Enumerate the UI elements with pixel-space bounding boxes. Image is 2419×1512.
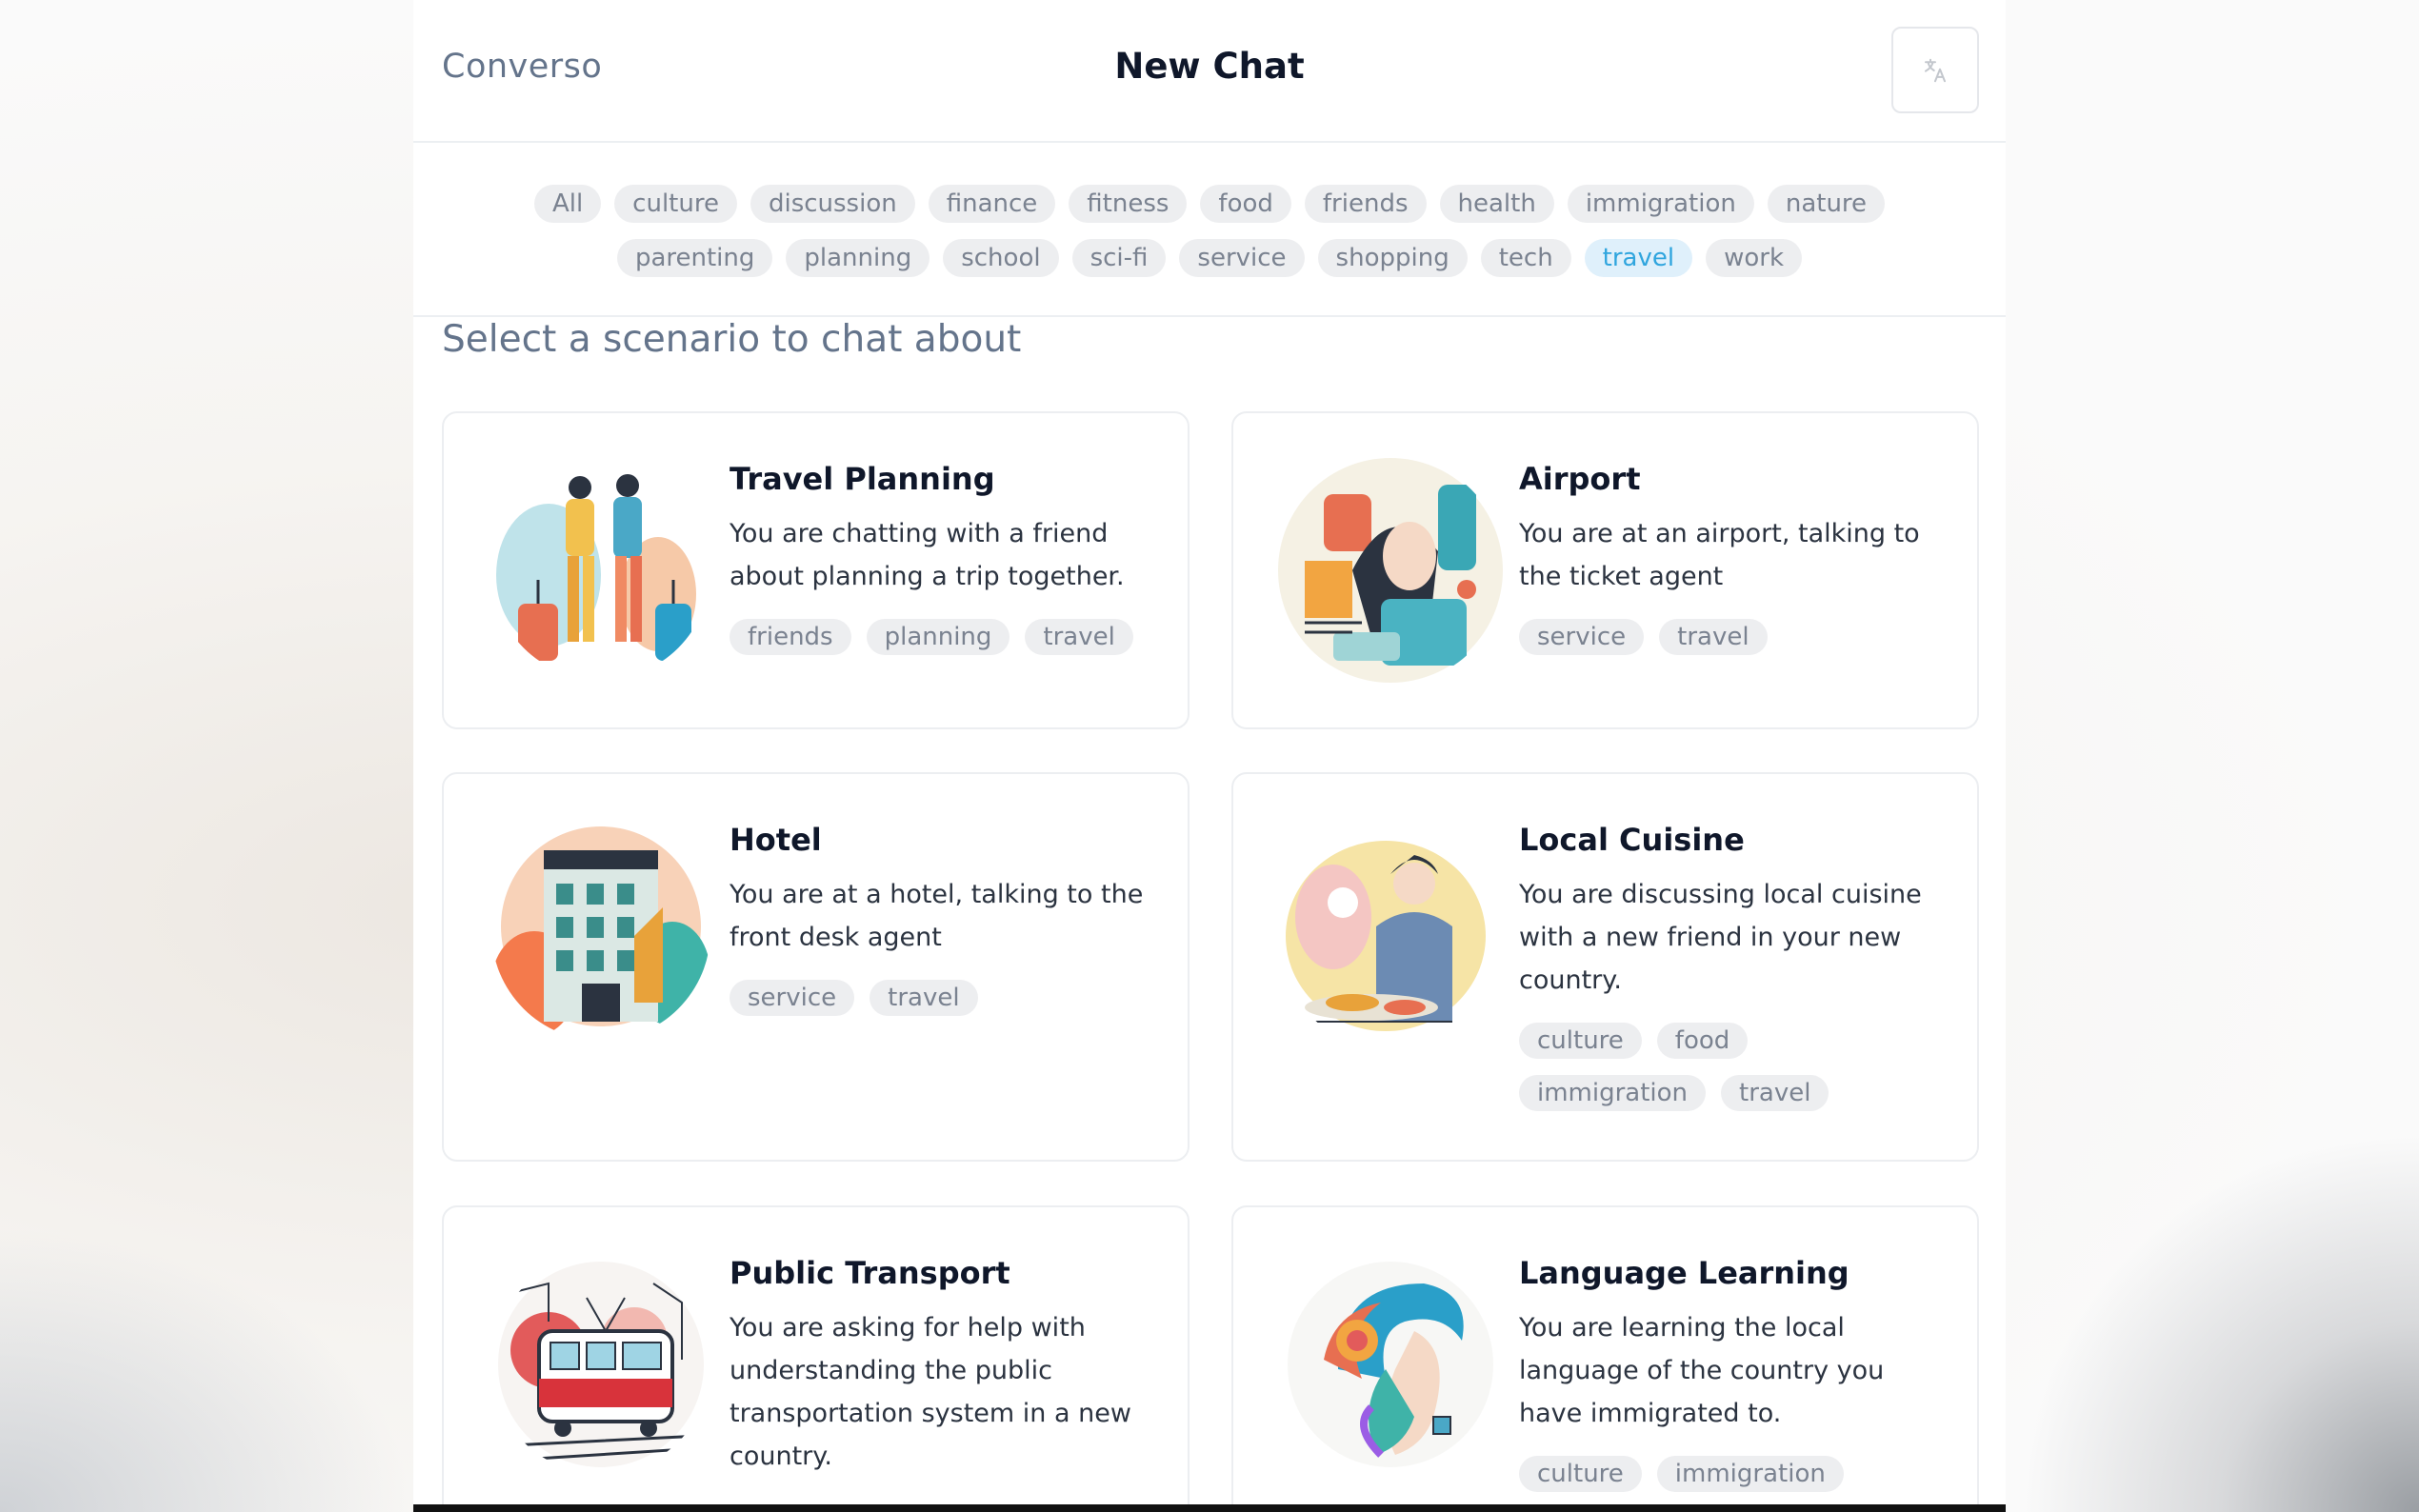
filter-chip-travel[interactable]: travel (1584, 239, 1693, 277)
filter-chip-all[interactable]: All (533, 185, 602, 223)
filter-chip-nature[interactable]: nature (1767, 185, 1886, 223)
filter-chip-parenting[interactable]: parenting (616, 239, 773, 277)
filter-chip-planning[interactable]: planning (786, 239, 930, 277)
scenario-title: Hotel (730, 822, 822, 858)
scenario-card-travel-planning[interactable]: Travel Planning You are chatting with a … (442, 411, 1190, 729)
filter-chip-work[interactable]: work (1706, 239, 1803, 277)
scenario-title: Public Transport (730, 1255, 1010, 1291)
filter-chip-culture[interactable]: culture (614, 185, 737, 223)
scenario-tag: travel (1721, 1075, 1829, 1111)
scenario-card-language-learning[interactable]: Language Learning You are learning the l… (1231, 1205, 1979, 1504)
scenario-tags: friends planning travel (730, 619, 1159, 655)
scenario-tags: service travel (1519, 619, 1949, 655)
scenario-tags: service travel (730, 980, 1159, 1016)
app-window: Converso New Chat All culture discussion fi… (413, 0, 2006, 1512)
airport-illustration (1278, 458, 1503, 683)
scenario-card-hotel[interactable]: Hotel You are at a hotel, talking to the… (442, 772, 1190, 1162)
scenario-description: You are learning the local language of t… (1519, 1313, 1885, 1428)
filter-chip-health[interactable]: health (1439, 185, 1554, 223)
scenario-description: You are at an airport, talking to the ti… (1519, 519, 1920, 591)
category-filter-bar: All culture discussion finance fitness food fr… (413, 143, 2006, 317)
scenario-tag: culture (1519, 1456, 1642, 1492)
filter-chip-tech[interactable]: tech (1480, 239, 1571, 277)
section-heading: Select a scenario to chat about (442, 318, 1022, 361)
scenario-tag: immigration (1656, 1456, 1844, 1492)
scenario-description: You are at a hotel, talking to the front… (730, 880, 1144, 952)
scenario-title: Airport (1519, 461, 1641, 497)
scenario-card-local-cuisine[interactable]: Local Cuisine You are discussing local c… (1231, 772, 1979, 1162)
scenario-tag: friends (730, 619, 851, 655)
scenario-tag: travel (870, 980, 978, 1016)
scenario-tag: travel (1025, 619, 1133, 655)
filter-chip-shopping[interactable]: shopping (1317, 239, 1468, 277)
language-learning-illustration (1288, 1262, 1493, 1467)
scenario-description: You are asking for help with understandi… (730, 1313, 1131, 1471)
scenario-tag: culture (1519, 1023, 1642, 1059)
scenario-card-airport[interactable]: Airport You are at an airport, talking t… (1231, 411, 1979, 729)
filter-chip-friends[interactable]: friends (1304, 185, 1427, 223)
scenario-tags: culture food immigration travel (1519, 1023, 1949, 1111)
filter-chip-service[interactable]: service (1179, 239, 1305, 277)
scenario-tag: immigration (1519, 1075, 1707, 1111)
scenario-tag: food (1656, 1023, 1749, 1059)
top-bar: Converso New Chat (413, 0, 2006, 143)
scenario-title: Language Learning (1519, 1255, 1849, 1291)
public-transport-illustration (498, 1262, 704, 1467)
scenario-tag: service (730, 980, 855, 1016)
scenario-tag: service (1519, 619, 1645, 655)
page-title: New Chat (1114, 46, 1305, 87)
filter-chip-finance[interactable]: finance (928, 185, 1056, 223)
filter-chip-discussion[interactable]: discussion (750, 185, 915, 223)
scenario-tag: travel (1659, 619, 1768, 655)
filter-chip-food[interactable]: food (1200, 185, 1291, 223)
filter-chip-immigration[interactable]: immigration (1567, 185, 1754, 223)
scenario-title: Local Cuisine (1519, 822, 1745, 858)
scenario-card-public-transport[interactable]: Public Transport You are asking for help… (442, 1205, 1190, 1504)
scenario-title: Travel Planning (730, 461, 995, 497)
scenario-tag: planning (866, 619, 1010, 655)
travel-planning-illustration (496, 474, 696, 661)
translate-icon (1925, 58, 1946, 82)
filter-chip-fitness[interactable]: fitness (1069, 185, 1188, 223)
hotel-illustration (491, 826, 710, 1036)
filter-chip-sci-fi[interactable]: sci-fi (1071, 239, 1167, 277)
scenario-description: You are chatting with a friend about pla… (730, 519, 1125, 591)
filter-chip-school[interactable]: school (943, 239, 1059, 277)
scenario-tags: culture immigration (1519, 1456, 1949, 1492)
scenario-description: You are discussing local cuisine with a … (1519, 880, 1922, 995)
language-button[interactable] (1891, 27, 1979, 113)
local-cuisine-illustration (1286, 841, 1486, 1031)
